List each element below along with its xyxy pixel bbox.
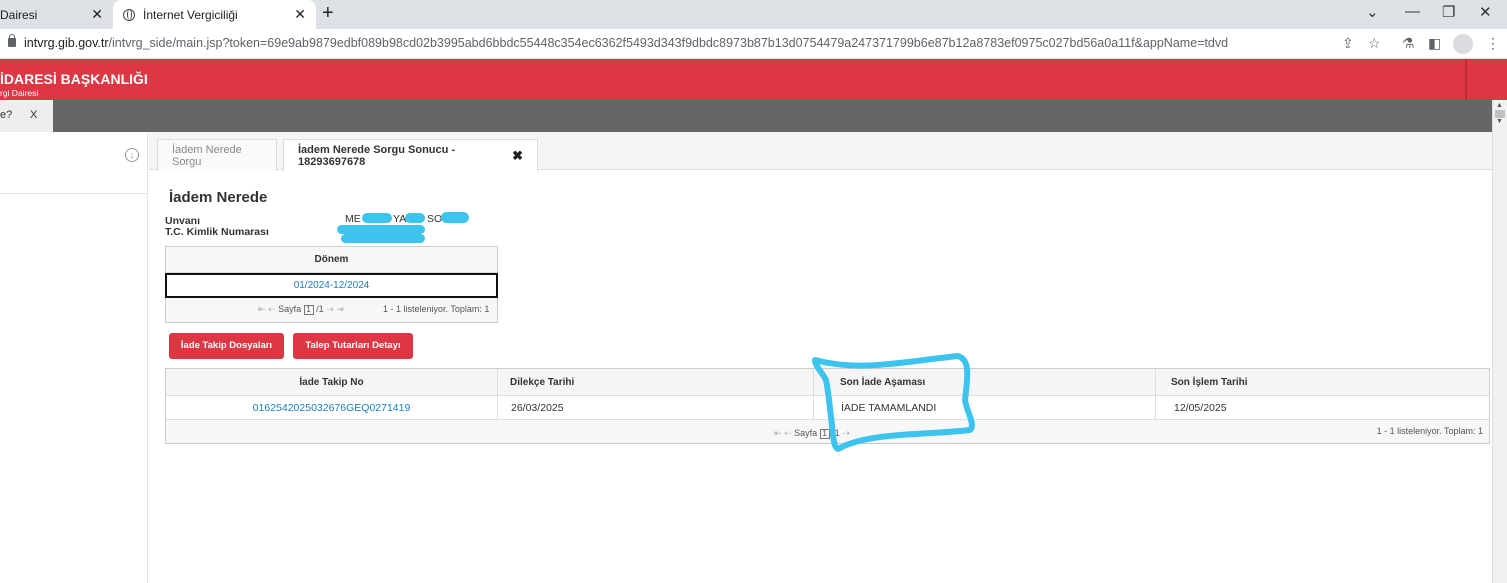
close-icon[interactable]: ✕ — [91, 6, 103, 23]
url-text[interactable]: intvrg.gib.gov.tr/intvrg_side/main.jsp?t… — [24, 36, 1228, 50]
tckn-label: T.C. Kimlik Numarası — [165, 226, 269, 238]
next-page-icon[interactable]: ⇢ — [842, 428, 850, 438]
page-label: Sayfa — [794, 428, 818, 438]
table-pager-summary: 1 - 1 listeleniyor. Toplam: 1 — [1376, 426, 1483, 436]
browser-tab-internet-vergiciligi[interactable]: İnternet Vergiciliği ✕ — [113, 0, 316, 29]
period-row[interactable]: 01/2024-12/2024 — [165, 273, 498, 298]
left-panel-divider — [0, 193, 148, 194]
iade-takip-dosyalari-button[interactable]: İade Takip Dosyaları — [169, 333, 284, 359]
app-tab-left[interactable]: e? X — [0, 100, 53, 132]
tab-search-chevron-icon[interactable]: ⌄ — [1366, 3, 1379, 21]
table-pager: ⇤ ⇠ Sayfa 1 /1 ⇢ — [774, 428, 850, 439]
redaction-scribble — [405, 213, 425, 223]
scroll-down-icon[interactable]: ▼ — [1496, 118, 1503, 125]
site-subtitle: rgi Dairesi — [0, 88, 39, 98]
table-header-row: İade Takip No Dilekçe Tarihi Son İade Aş… — [166, 369, 1489, 396]
address-bar[interactable]: intvrg.gib.gov.tr/intvrg_side/main.jsp?t… — [0, 29, 1507, 59]
vertical-scrollbar[interactable]: ▲ ▼ — [1492, 100, 1507, 583]
site-header: İDARESİ BAŞKANLIĞI rgi Dairesi — [0, 59, 1507, 100]
minimize-button[interactable]: — — [1405, 3, 1420, 20]
close-icon[interactable]: ✖ — [512, 148, 523, 164]
page-of: /1 — [316, 304, 324, 314]
son-islem-tarihi-cell: 12/05/2025 — [1174, 402, 1227, 414]
restore-button[interactable]: ❐ — [1442, 3, 1455, 21]
redaction-scribble — [337, 225, 425, 234]
last-page-icon[interactable]: ⇥ — [336, 304, 344, 314]
unvan-value-part: SO — [427, 213, 443, 225]
column-header[interactable]: Son İşlem Tarihi — [1156, 369, 1489, 395]
dilekce-tarihi-cell: 26/03/2025 — [498, 396, 814, 419]
window-close-button[interactable]: ✕ — [1479, 3, 1492, 21]
page-of: /1 — [832, 428, 840, 438]
son-iade-asamasi-cell: İADE TAMAMLANDI — [814, 396, 1156, 419]
extension-icon[interactable]: ⚗ — [1402, 35, 1415, 52]
column-header[interactable]: Dilekçe Tarihi — [498, 369, 814, 395]
first-page-icon[interactable]: ⇤ — [258, 304, 266, 314]
app-tab-bar: e? X — [0, 100, 1492, 132]
period-grid: Dönem 01/2024-12/2024 ⇤ ⇠ Sayfa 1 /1 ⇢ ⇥… — [165, 246, 498, 323]
table-row[interactable]: 0162542025032676GEQ0271419 26/03/2025 İA… — [166, 396, 1489, 420]
redaction-scribble — [341, 234, 425, 243]
next-page-icon[interactable]: ⇢ — [326, 304, 334, 314]
new-tab-button[interactable]: + — [322, 2, 334, 25]
scrollbar-thumb[interactable] — [1495, 110, 1505, 118]
page-input[interactable]: 1 — [819, 429, 830, 439]
unvan-value-part: ME — [345, 213, 361, 225]
column-header[interactable]: Son İade Aşaması — [814, 369, 1156, 395]
prev-page-icon[interactable]: ⇠ — [268, 304, 276, 314]
share-icon[interactable]: ⇪ — [1342, 35, 1354, 52]
redaction-scribble — [362, 213, 392, 223]
sidebar-icon[interactable]: ◧ — [1428, 35, 1441, 52]
lock-icon[interactable] — [8, 34, 16, 47]
scroll-up-icon[interactable]: ▲ — [1496, 102, 1503, 109]
period-pager: ⇤ ⇠ Sayfa 1 /1 ⇢ ⇥ — [258, 304, 344, 315]
tab-label: İadem Nerede Sorgu Sonucu - 18293697678 — [298, 144, 456, 168]
period-header: Dönem — [166, 247, 497, 273]
collapse-arrow-icon[interactable]: ↓ — [125, 148, 139, 162]
browser-tab-strip: Dairesi ✕ İnternet Vergiciliği ✕ + ⌄ — ❐… — [0, 0, 1507, 29]
tab-label: İadem Nerede Sorgu — [172, 143, 242, 168]
site-title: İDARESİ BAŞKANLIĞI — [0, 71, 148, 87]
browser-tab-dairesi[interactable]: Dairesi ✕ — [0, 0, 113, 29]
menu-dots-icon[interactable]: ⋮ — [1486, 35, 1500, 52]
first-page-icon[interactable]: ⇤ — [774, 428, 782, 438]
star-icon[interactable]: ☆ — [1368, 35, 1381, 52]
globe-icon — [123, 8, 135, 21]
page-input[interactable]: 1 — [303, 305, 314, 315]
talep-tutarlari-detayi-button[interactable]: Talep Tutarları Detayı — [293, 333, 413, 359]
header-edge — [1465, 59, 1507, 100]
page-label: Sayfa — [278, 304, 302, 314]
close-icon[interactable]: ✕ — [294, 6, 306, 23]
inner-tab-bar: İadem Nerede Sorgu İadem Nerede Sorgu So… — [149, 132, 1492, 172]
period-pager-summary: 1 - 1 listeleniyor. Toplam: 1 — [383, 304, 490, 314]
left-menu-panel: ↓ — [0, 132, 148, 583]
redaction-scribble — [441, 212, 469, 223]
page-title: İadem Nerede — [169, 189, 268, 206]
tab-iadem-nerede-sorgu-sonucu[interactable]: İadem Nerede Sorgu Sonucu - 18293697678 … — [283, 139, 538, 172]
screenshot-root: Dairesi ✕ İnternet Vergiciliği ✕ + ⌄ — ❐… — [0, 0, 1507, 583]
prev-page-icon[interactable]: ⇠ — [784, 428, 792, 438]
main-content: İadem Nerede Sorgu İadem Nerede Sorgu So… — [149, 132, 1492, 583]
close-icon[interactable]: X — [30, 109, 37, 121]
browser-tab-title: Dairesi — [0, 7, 38, 22]
browser-tab-title: İnternet Vergiciliği — [143, 7, 238, 22]
column-header[interactable]: İade Takip No — [166, 369, 498, 395]
tab-iadem-nerede-sorgu[interactable]: İadem Nerede Sorgu — [157, 139, 277, 171]
app-tab-label: e? — [0, 109, 13, 121]
iade-takip-no-link[interactable]: 0162542025032676GEQ0271419 — [166, 396, 498, 419]
results-table: İade Takip No Dilekçe Tarihi Son İade Aş… — [165, 368, 1490, 444]
profile-avatar-icon[interactable] — [1453, 34, 1473, 54]
